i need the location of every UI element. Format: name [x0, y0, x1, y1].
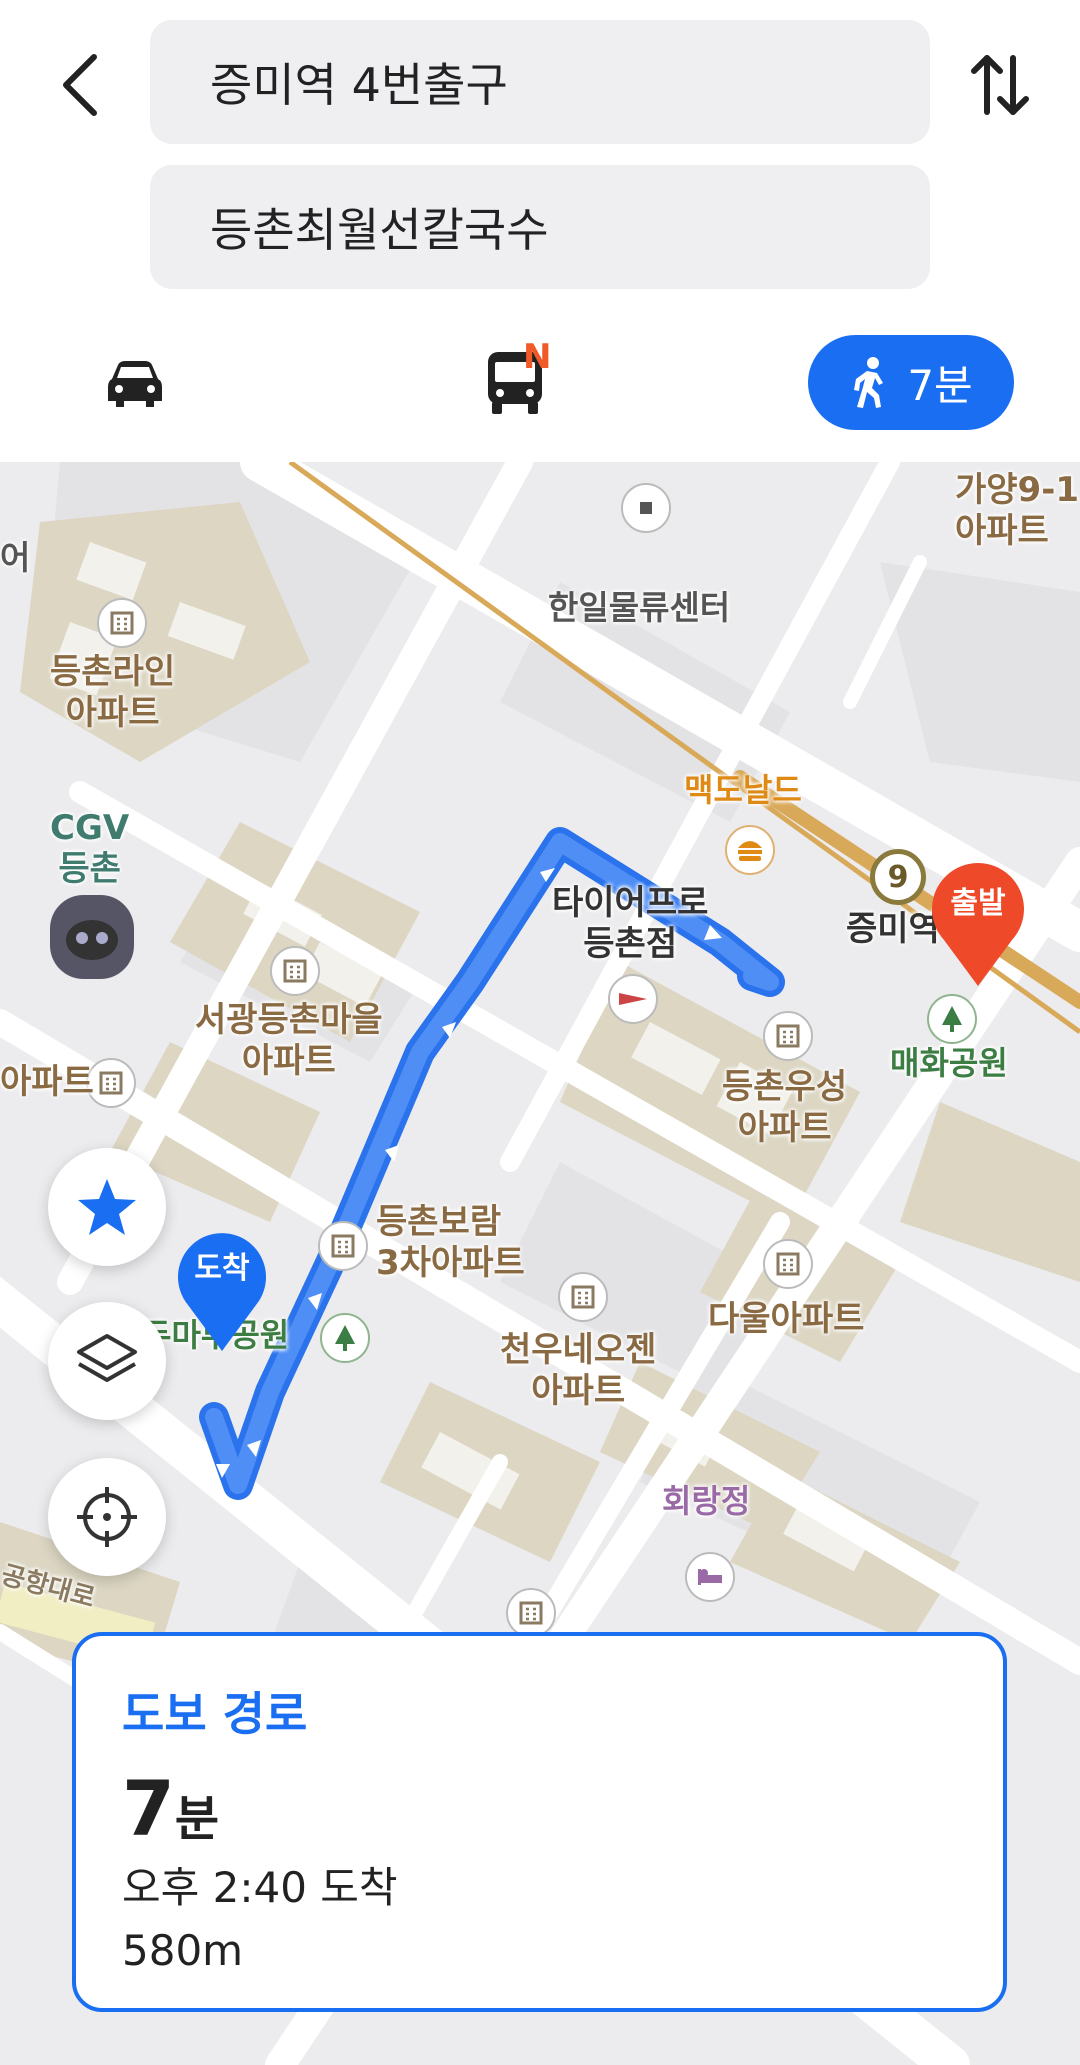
park-tree-icon	[320, 1313, 370, 1363]
station-line-number: 9	[887, 859, 909, 895]
apartment-icon	[558, 1272, 608, 1322]
crosshair-icon	[77, 1487, 137, 1547]
map-layers-button[interactable]	[48, 1302, 166, 1420]
end-pin[interactable]: 도착	[170, 1221, 274, 1353]
star-icon	[78, 1179, 136, 1235]
back-button[interactable]	[40, 40, 120, 130]
route-duration: 7분	[122, 1764, 219, 1853]
label-deungchon-woosung: 등촌우성 아파트	[722, 1067, 848, 1148]
park-tree-icon	[927, 994, 977, 1044]
walk-duration: 7분	[907, 361, 973, 410]
apartment-icon	[270, 946, 320, 996]
favorites-button[interactable]	[48, 1148, 166, 1266]
route-type-title: 도보 경로	[122, 1687, 308, 1741]
burger-icon	[725, 825, 775, 875]
origin-input[interactable]: 증미역 4번출구	[150, 20, 930, 144]
origin-value: 증미역 4번출구	[210, 58, 508, 112]
end-pin-label: 도착	[194, 1251, 250, 1286]
arrival-time: 오후 2:40 도착	[122, 1863, 398, 1912]
route-search-header: 증미역 4번출구 등촌최월선칼국수 N 7분	[0, 0, 1080, 462]
transit-mode-tab[interactable]: N	[455, 335, 575, 430]
apartment-icon	[318, 1221, 368, 1271]
apartment-icon	[506, 1588, 556, 1638]
subway-line-icon: 9	[870, 849, 926, 905]
tire-shop-icon	[608, 974, 658, 1024]
destination-value: 등촌최월선칼국수	[210, 203, 549, 257]
swap-button[interactable]	[960, 45, 1040, 125]
lodging-icon	[685, 1552, 735, 1602]
end-marker-icon	[178, 1233, 266, 1351]
cgv-mascot-icon	[50, 895, 134, 979]
label-gayang: 가양9-1 아파트	[955, 470, 1079, 551]
duration-number: 7	[122, 1764, 175, 1853]
duration-unit: 분	[174, 1791, 220, 1847]
label-tire-pro: 타이어프로 등촌점	[552, 883, 709, 964]
walk-mode-tab[interactable]: 7분	[808, 335, 1014, 430]
start-marker-icon	[932, 863, 1024, 986]
label-hanil: 한일물류센터	[548, 588, 731, 627]
label-mcdonalds: 맥도날드	[684, 771, 802, 809]
label-boram: 등촌보람 3차아파트	[376, 1202, 525, 1283]
label-hoerangjeong: 회랑정	[662, 1482, 751, 1520]
start-pin-label: 출발	[950, 886, 1006, 921]
start-pin[interactable]: 출발	[924, 856, 1032, 988]
label-maehwa-park: 매화공원	[890, 1044, 1008, 1082]
apartment-icon	[763, 1239, 813, 1289]
apartment-icon	[97, 598, 147, 648]
current-location-button[interactable]	[48, 1458, 166, 1576]
route-distance: 580m	[122, 1926, 244, 1975]
swap-arrows-icon	[971, 55, 1029, 115]
car-mode-tab[interactable]	[90, 335, 180, 430]
apartment-icon	[763, 1011, 813, 1061]
label-deungchon-line-apt: 등촌라인 아파트	[50, 652, 176, 733]
label-daul: 다울아파트	[708, 1299, 865, 1339]
label-cgv: CGV 등촌	[50, 808, 130, 889]
walking-route-card[interactable]: 도보 경로 7분 오후 2:40 도착 580m	[72, 1632, 1007, 2012]
logistics-center-icon	[621, 483, 671, 533]
chevron-left-icon	[63, 54, 97, 116]
car-icon	[108, 360, 162, 407]
label-seogwang: 서광등촌마을 아파트	[195, 1000, 383, 1081]
new-badge: N	[523, 337, 552, 377]
label-apt-left: 아파트	[0, 1062, 94, 1102]
layers-icon	[77, 1334, 137, 1382]
label-cheonwoo: 천우네오젠 아파트	[500, 1330, 657, 1411]
destination-input[interactable]: 등촌최월선칼국수	[150, 165, 930, 289]
walking-person-icon	[854, 356, 884, 408]
label-left-edge: 어	[0, 538, 31, 577]
